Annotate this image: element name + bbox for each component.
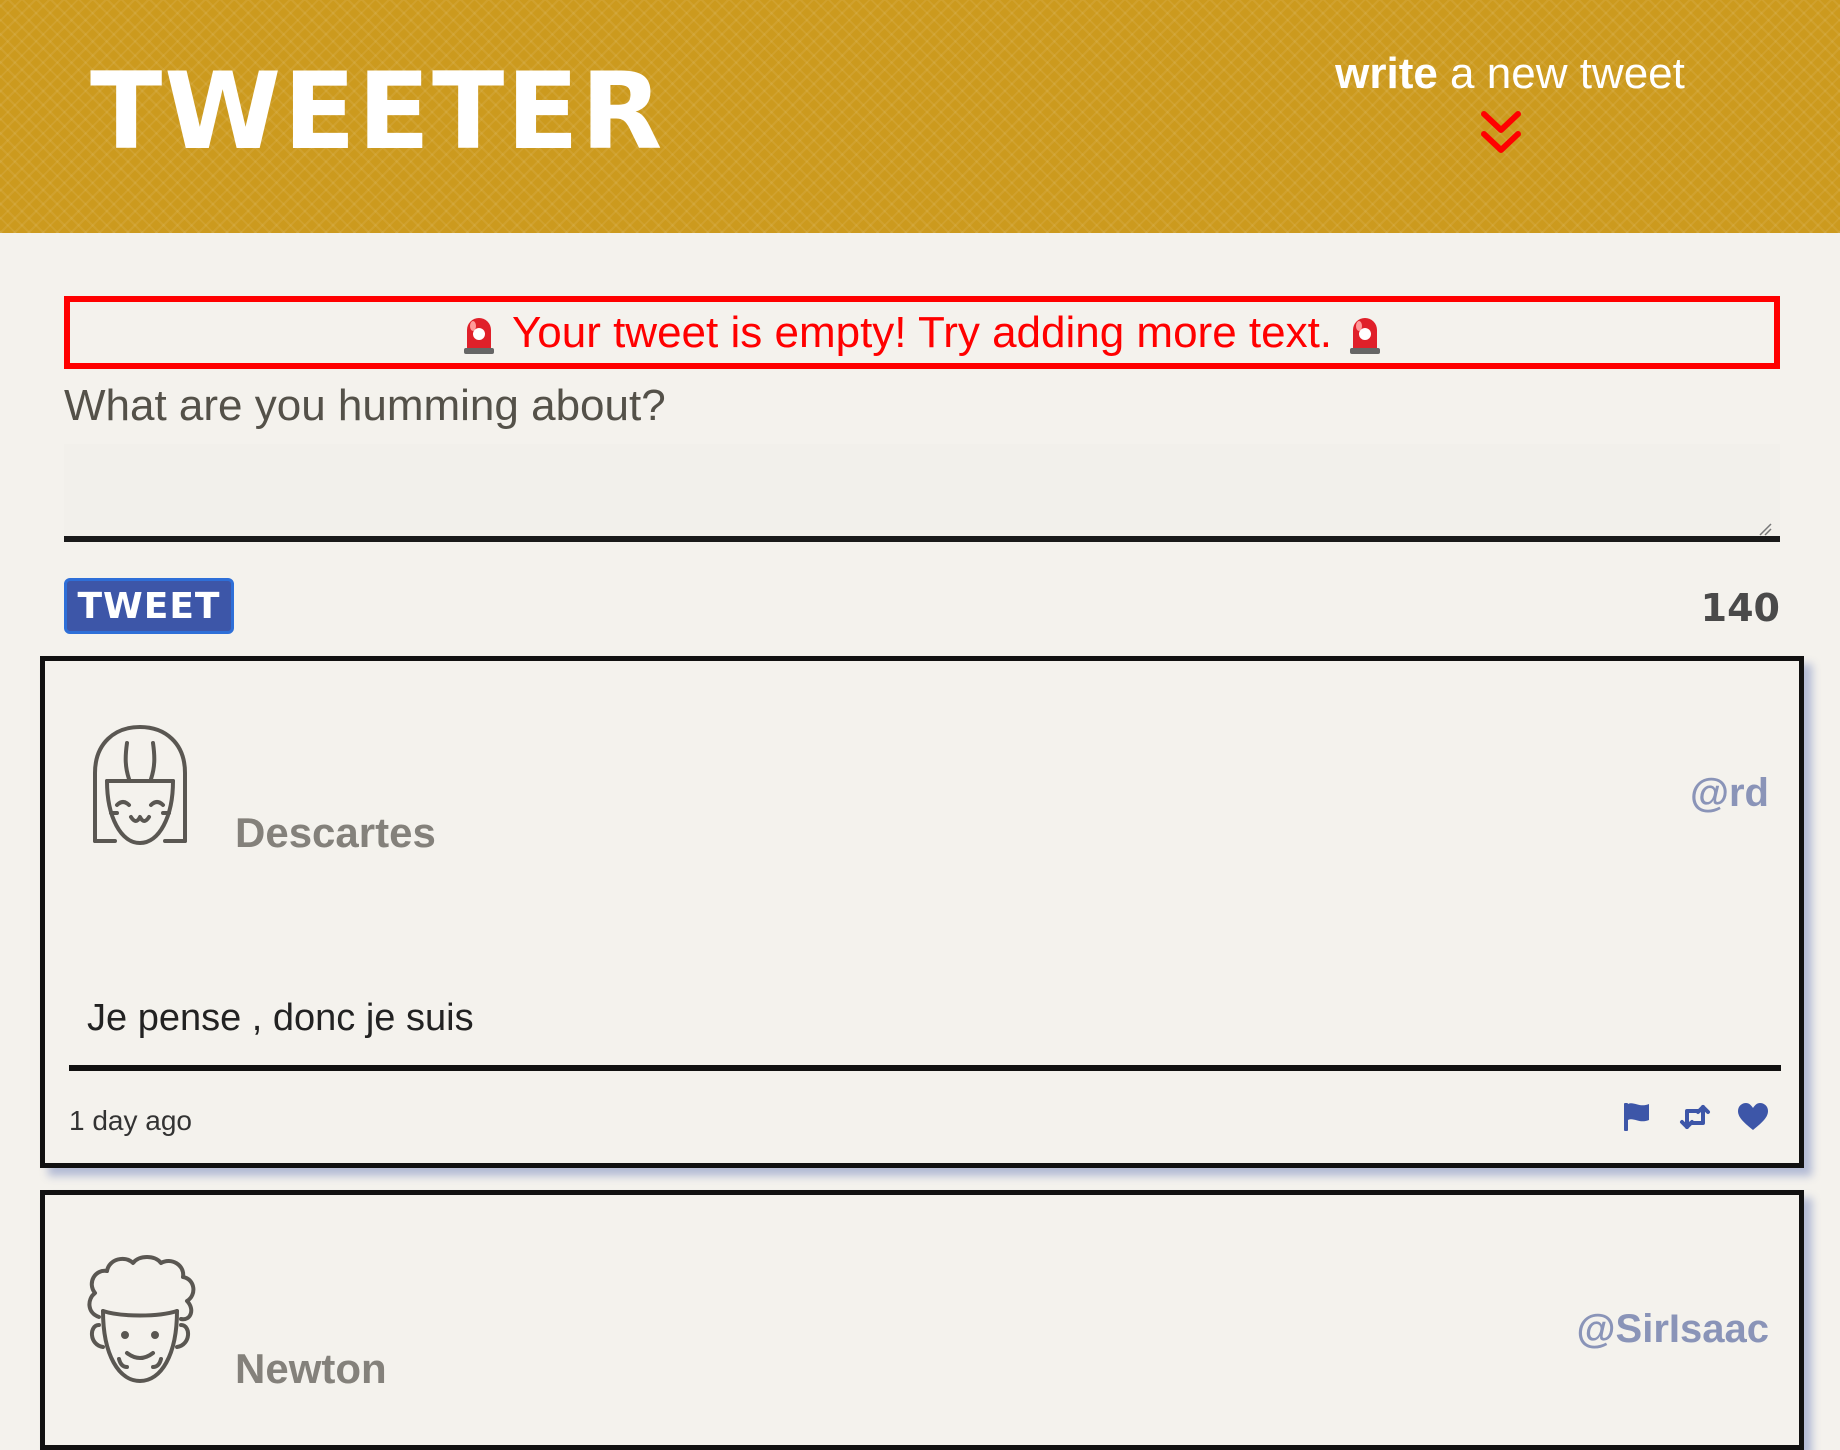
tweet-actions	[1621, 1101, 1769, 1133]
error-message-text: Your tweet is empty! Try adding more tex…	[511, 307, 1333, 357]
siren-icon	[1346, 310, 1384, 356]
tweet-card: Descartes @rd Je pense , donc je suis 1 …	[40, 656, 1804, 1168]
avatar	[81, 721, 199, 855]
page-header: TWEETER write a new tweet	[0, 0, 1840, 233]
retweet-icon[interactable]	[1679, 1101, 1711, 1133]
double-chevron-down-icon[interactable]	[1476, 108, 1526, 158]
tweet-author-handle: @SirIsaac	[1576, 1307, 1769, 1351]
avatar	[81, 1255, 199, 1389]
write-new-tweet-label: write a new tweet	[1300, 44, 1720, 104]
tweet-author-name: Newton	[235, 1345, 387, 1392]
error-message-box: Your tweet is empty! Try adding more tex…	[64, 296, 1780, 369]
tweet-author-handle: @rd	[1689, 771, 1769, 815]
heart-icon[interactable]	[1737, 1101, 1769, 1133]
siren-icon	[460, 310, 498, 356]
tweet-textarea[interactable]	[64, 444, 1780, 542]
write-word: write	[1335, 49, 1438, 98]
composer-prompt-label: What are you humming about?	[64, 381, 666, 430]
character-counter: 140	[1700, 586, 1780, 630]
tweet-author-name: Descartes	[235, 809, 436, 856]
tweet-submit-button[interactable]: TWEET	[64, 578, 234, 634]
tweet-text: Je pense , donc je suis	[87, 997, 474, 1039]
resize-grip-icon[interactable]	[1758, 522, 1772, 536]
flag-icon[interactable]	[1621, 1101, 1653, 1133]
tweet-divider	[69, 1065, 1781, 1071]
tweet-card: Newton @SirIsaac	[40, 1190, 1804, 1450]
tweet-timestamp: 1 day ago	[69, 1105, 192, 1136]
app-logo: TWEETER	[90, 50, 665, 173]
write-new-tweet-toggle[interactable]: write a new tweet	[1300, 44, 1720, 164]
new-tweet-words: a new tweet	[1437, 49, 1685, 98]
